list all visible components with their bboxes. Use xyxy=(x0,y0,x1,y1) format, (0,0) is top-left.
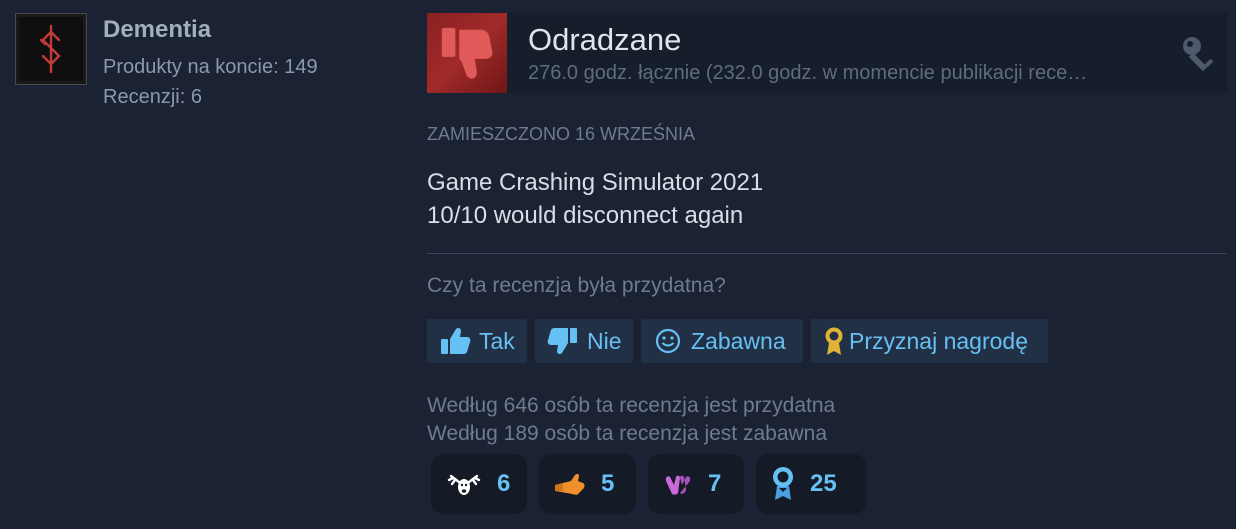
author-products-count[interactable]: Produkty na koncie: 149 xyxy=(103,56,318,79)
vote-yes-button[interactable]: Tak xyxy=(427,319,527,363)
review-body: Game Crashing Simulator 2021 10/10 would… xyxy=(427,166,763,232)
award-medal-icon xyxy=(823,326,845,356)
verdict-title: Odradzane xyxy=(528,22,682,57)
verdict-thumb xyxy=(427,13,507,93)
award-item[interactable]: 6 xyxy=(431,454,527,514)
ribbon-award-icon xyxy=(770,466,796,502)
helpful-question: Czy ta recenzja była przydatna? xyxy=(427,274,726,297)
award-count: 7 xyxy=(708,470,722,497)
award-item[interactable]: 5 xyxy=(539,454,636,514)
verdict-header[interactable]: Odradzane 276.0 godz. łącznie (232.0 god… xyxy=(427,13,1227,93)
review-page: Dementia Produkty na koncie: 149 Recenzj… xyxy=(0,0,1236,529)
vote-no-button[interactable]: Nie xyxy=(535,319,633,363)
vote-summary: Według 646 osób ta recenzja jest przydat… xyxy=(427,392,835,448)
author-reviews-count[interactable]: Recenzji: 6 xyxy=(103,86,202,109)
playtime-text: 276.0 godz. łącznie (232.0 godz. w momen… xyxy=(528,62,1088,84)
award-count: 5 xyxy=(601,470,615,497)
smiley-icon xyxy=(653,326,683,356)
hand-award-icon xyxy=(553,471,587,497)
give-award-button[interactable]: Przyznaj nagrodę xyxy=(811,319,1048,363)
posted-date: Zamieszczono 16 września xyxy=(427,124,696,144)
review-line-2: 10/10 would disconnect again xyxy=(427,202,744,229)
rune-avatar-icon xyxy=(39,24,61,74)
funny-count-text: Według 189 osób ta recenzja jest zabawna xyxy=(427,422,828,445)
vote-no-label: Nie xyxy=(587,327,622,354)
divider xyxy=(427,253,1227,254)
award-count: 6 xyxy=(497,470,511,497)
deer-award-icon xyxy=(445,470,483,498)
author-avatar[interactable] xyxy=(15,13,87,85)
key-icon xyxy=(1183,37,1214,71)
helpful-count-text: Według 646 osób ta recenzja jest przydat… xyxy=(427,394,836,417)
thumbs-up-icon xyxy=(439,326,471,356)
award-count: 25 xyxy=(810,470,837,497)
give-award-label: Przyznaj nagrodę xyxy=(849,327,1028,354)
clap-award-icon xyxy=(662,471,694,497)
author-name[interactable]: Dementia xyxy=(103,16,211,44)
award-item[interactable]: 7 xyxy=(648,454,744,514)
review-line-1: Game Crashing Simulator 2021 xyxy=(427,169,764,196)
thumbs-down-small-icon xyxy=(547,326,579,356)
vote-funny-button[interactable]: Zabawna xyxy=(641,319,803,363)
rating-buttons: Tak Nie Zabawna Przyznaj nagrodę xyxy=(427,319,1048,363)
thumbs-down-icon xyxy=(441,27,493,79)
award-item[interactable]: 25 xyxy=(756,454,866,514)
awards-list: 6 5 7 25 xyxy=(431,454,866,514)
vote-yes-label: Tak xyxy=(479,327,515,354)
vote-funny-label: Zabawna xyxy=(691,327,786,354)
